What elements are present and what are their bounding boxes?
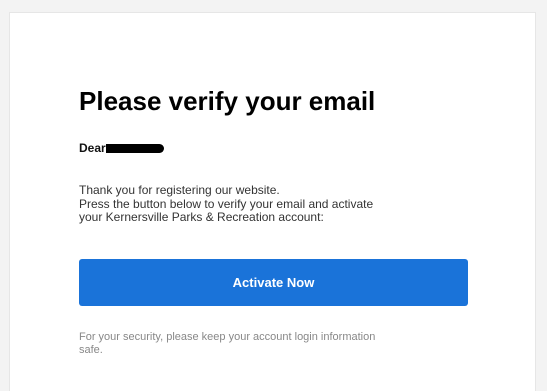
email-card: Please verify your email Dear Thank you … xyxy=(9,12,536,391)
greeting: Dear xyxy=(79,141,164,155)
email-body: Thank you for registering our website. P… xyxy=(79,183,479,225)
body-line: Thank you for registering our website. xyxy=(79,183,280,197)
security-line: For your security, please keep your acco… xyxy=(79,331,376,343)
email-title: Please verify your email xyxy=(79,86,376,116)
security-note: For your security, please keep your acco… xyxy=(79,331,479,356)
body-line: your Kernersville Parks & Recreation acc… xyxy=(79,210,324,224)
body-line: Press the button below to verify your em… xyxy=(79,196,374,211)
security-line: safe. xyxy=(79,343,103,356)
greeting-label: Dear xyxy=(79,141,106,155)
redacted-name xyxy=(105,143,164,153)
activate-now-button[interactable]: Activate Now xyxy=(79,259,468,306)
